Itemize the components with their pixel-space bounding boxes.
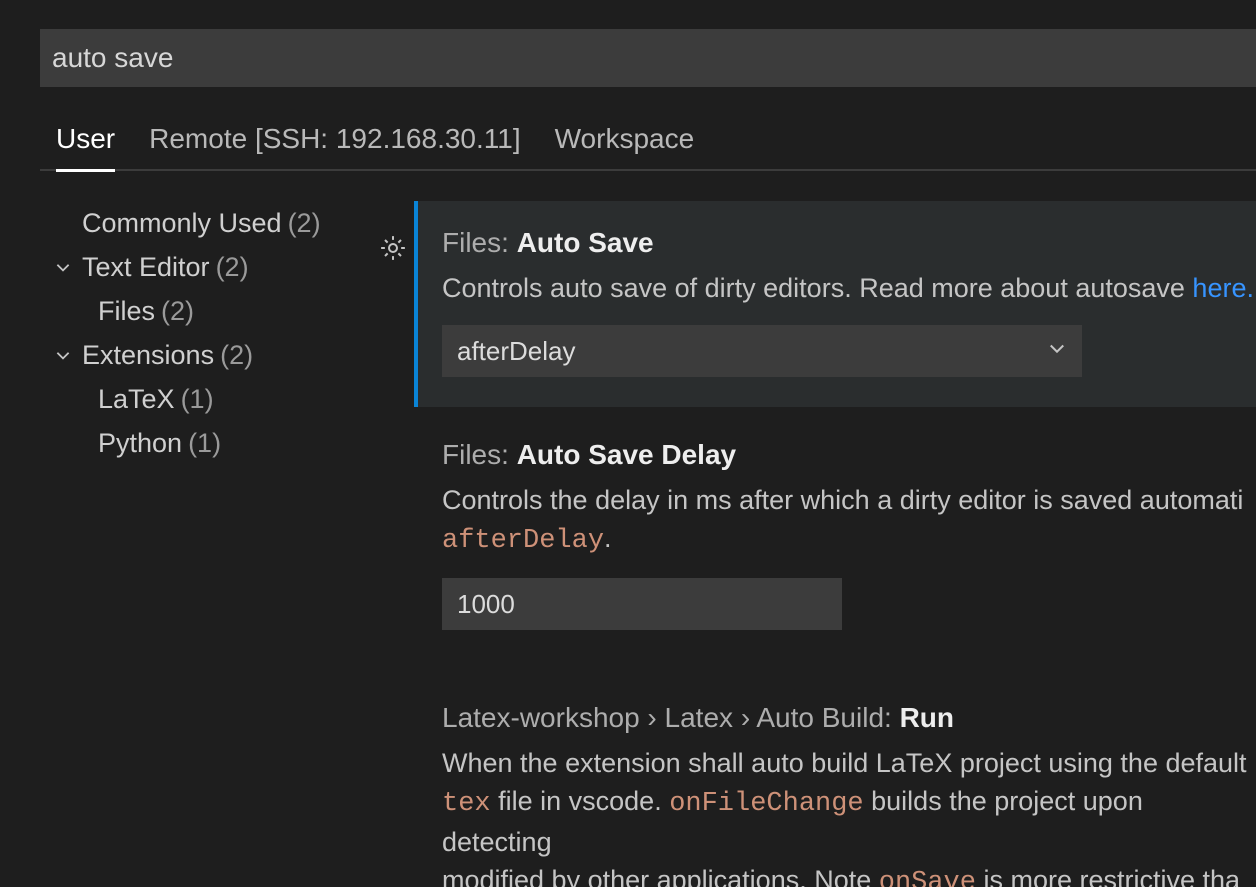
- sidebar-item-label: Extensions: [82, 333, 214, 377]
- setting-desc-code: onFileChange: [669, 789, 863, 819]
- settings-scope-tabs: User Remote [SSH: 192.168.30.11] Workspa…: [40, 122, 1256, 171]
- setting-title-strong: Auto Save: [517, 227, 654, 258]
- setting-desc-text: file in vscode.: [491, 786, 670, 816]
- sidebar-item-label: Files: [98, 289, 155, 333]
- sidebar-item-count: (2): [288, 201, 321, 245]
- auto-save-delay-input[interactable]: [442, 578, 842, 630]
- sidebar-item-count: (1): [188, 421, 221, 465]
- chevron-down-icon: [54, 258, 72, 276]
- setting-files-auto-save: Files: Auto Save Controls auto save of d…: [414, 201, 1256, 407]
- sidebar-item-count: (2): [216, 245, 249, 289]
- sidebar-item-commonly-used[interactable]: Commonly Used (2): [48, 201, 380, 245]
- setting-desc-code: onSave: [879, 868, 976, 887]
- setting-latex-auto-build-run: Latex-workshop › Latex › Auto Build: Run…: [414, 702, 1256, 887]
- tab-workspace[interactable]: Workspace: [555, 123, 695, 172]
- setting-title: Files: Auto Save: [442, 227, 1256, 259]
- setting-desc-text: Controls auto save of dirty editors. Rea…: [442, 273, 1192, 303]
- setting-desc-code: tex: [442, 789, 491, 819]
- setting-description: When the extension shall auto build LaTe…: [442, 744, 1256, 887]
- auto-save-select[interactable]: afterDelay: [442, 325, 1082, 377]
- setting-title: Latex-workshop › Latex › Auto Build: Run: [442, 702, 1256, 734]
- setting-title-prefix: Latex-workshop › Latex › Auto Build:: [442, 702, 900, 733]
- sidebar-item-text-editor[interactable]: Text Editor (2): [48, 245, 380, 289]
- settings-search-wrap: [40, 29, 1256, 87]
- setting-desc-code: afterDelay: [442, 526, 604, 556]
- sidebar-item-python[interactable]: Python (1): [48, 421, 380, 465]
- sidebar-item-latex[interactable]: LaTeX (1): [48, 377, 380, 421]
- sidebar-item-files[interactable]: Files (2): [48, 289, 380, 333]
- sidebar-item-label: Python: [98, 421, 182, 465]
- setting-title: Files: Auto Save Delay: [442, 439, 1256, 471]
- gear-icon: [378, 233, 408, 263]
- settings-category-sidebar: Commonly Used (2) Text Editor (2) Files …: [0, 201, 380, 887]
- setting-desc-link[interactable]: here.: [1192, 273, 1254, 303]
- setting-title-strong: Run: [900, 702, 954, 733]
- setting-description: Controls auto save of dirty editors. Rea…: [442, 269, 1256, 307]
- settings-content: Files: Auto Save Controls auto save of d…: [380, 201, 1256, 887]
- setting-description: Controls the delay in ms after which a d…: [442, 481, 1256, 560]
- select-value: afterDelay: [457, 336, 576, 367]
- chevron-down-icon: [54, 346, 72, 364]
- setting-title-prefix: Files:: [442, 439, 517, 470]
- sidebar-item-extensions[interactable]: Extensions (2): [48, 333, 380, 377]
- setting-desc-text: .: [604, 523, 612, 553]
- setting-gear-button[interactable]: [378, 233, 408, 270]
- settings-search-input[interactable]: [40, 29, 1256, 87]
- tab-remote[interactable]: Remote [SSH: 192.168.30.11]: [149, 123, 521, 172]
- sidebar-item-label: Commonly Used: [82, 201, 282, 245]
- sidebar-item-count: (2): [220, 333, 253, 377]
- setting-files-auto-save-delay: Files: Auto Save Delay Controls the dela…: [414, 439, 1256, 660]
- setting-title-prefix: Files:: [442, 227, 517, 258]
- tab-user[interactable]: User: [56, 123, 115, 172]
- setting-title-strong: Auto Save Delay: [517, 439, 736, 470]
- setting-desc-text: is more restrictive tha: [976, 865, 1240, 887]
- setting-desc-text: When the extension shall auto build LaTe…: [442, 748, 1247, 778]
- setting-desc-text: Controls the delay in ms after which a d…: [442, 485, 1243, 515]
- sidebar-item-count: (2): [161, 289, 194, 333]
- sidebar-item-label: LaTeX: [98, 377, 175, 421]
- sidebar-item-label: Text Editor: [82, 245, 210, 289]
- sidebar-item-count: (1): [181, 377, 214, 421]
- setting-desc-text: modified by other applications. Note: [442, 865, 879, 887]
- chevron-down-icon: [1047, 338, 1067, 364]
